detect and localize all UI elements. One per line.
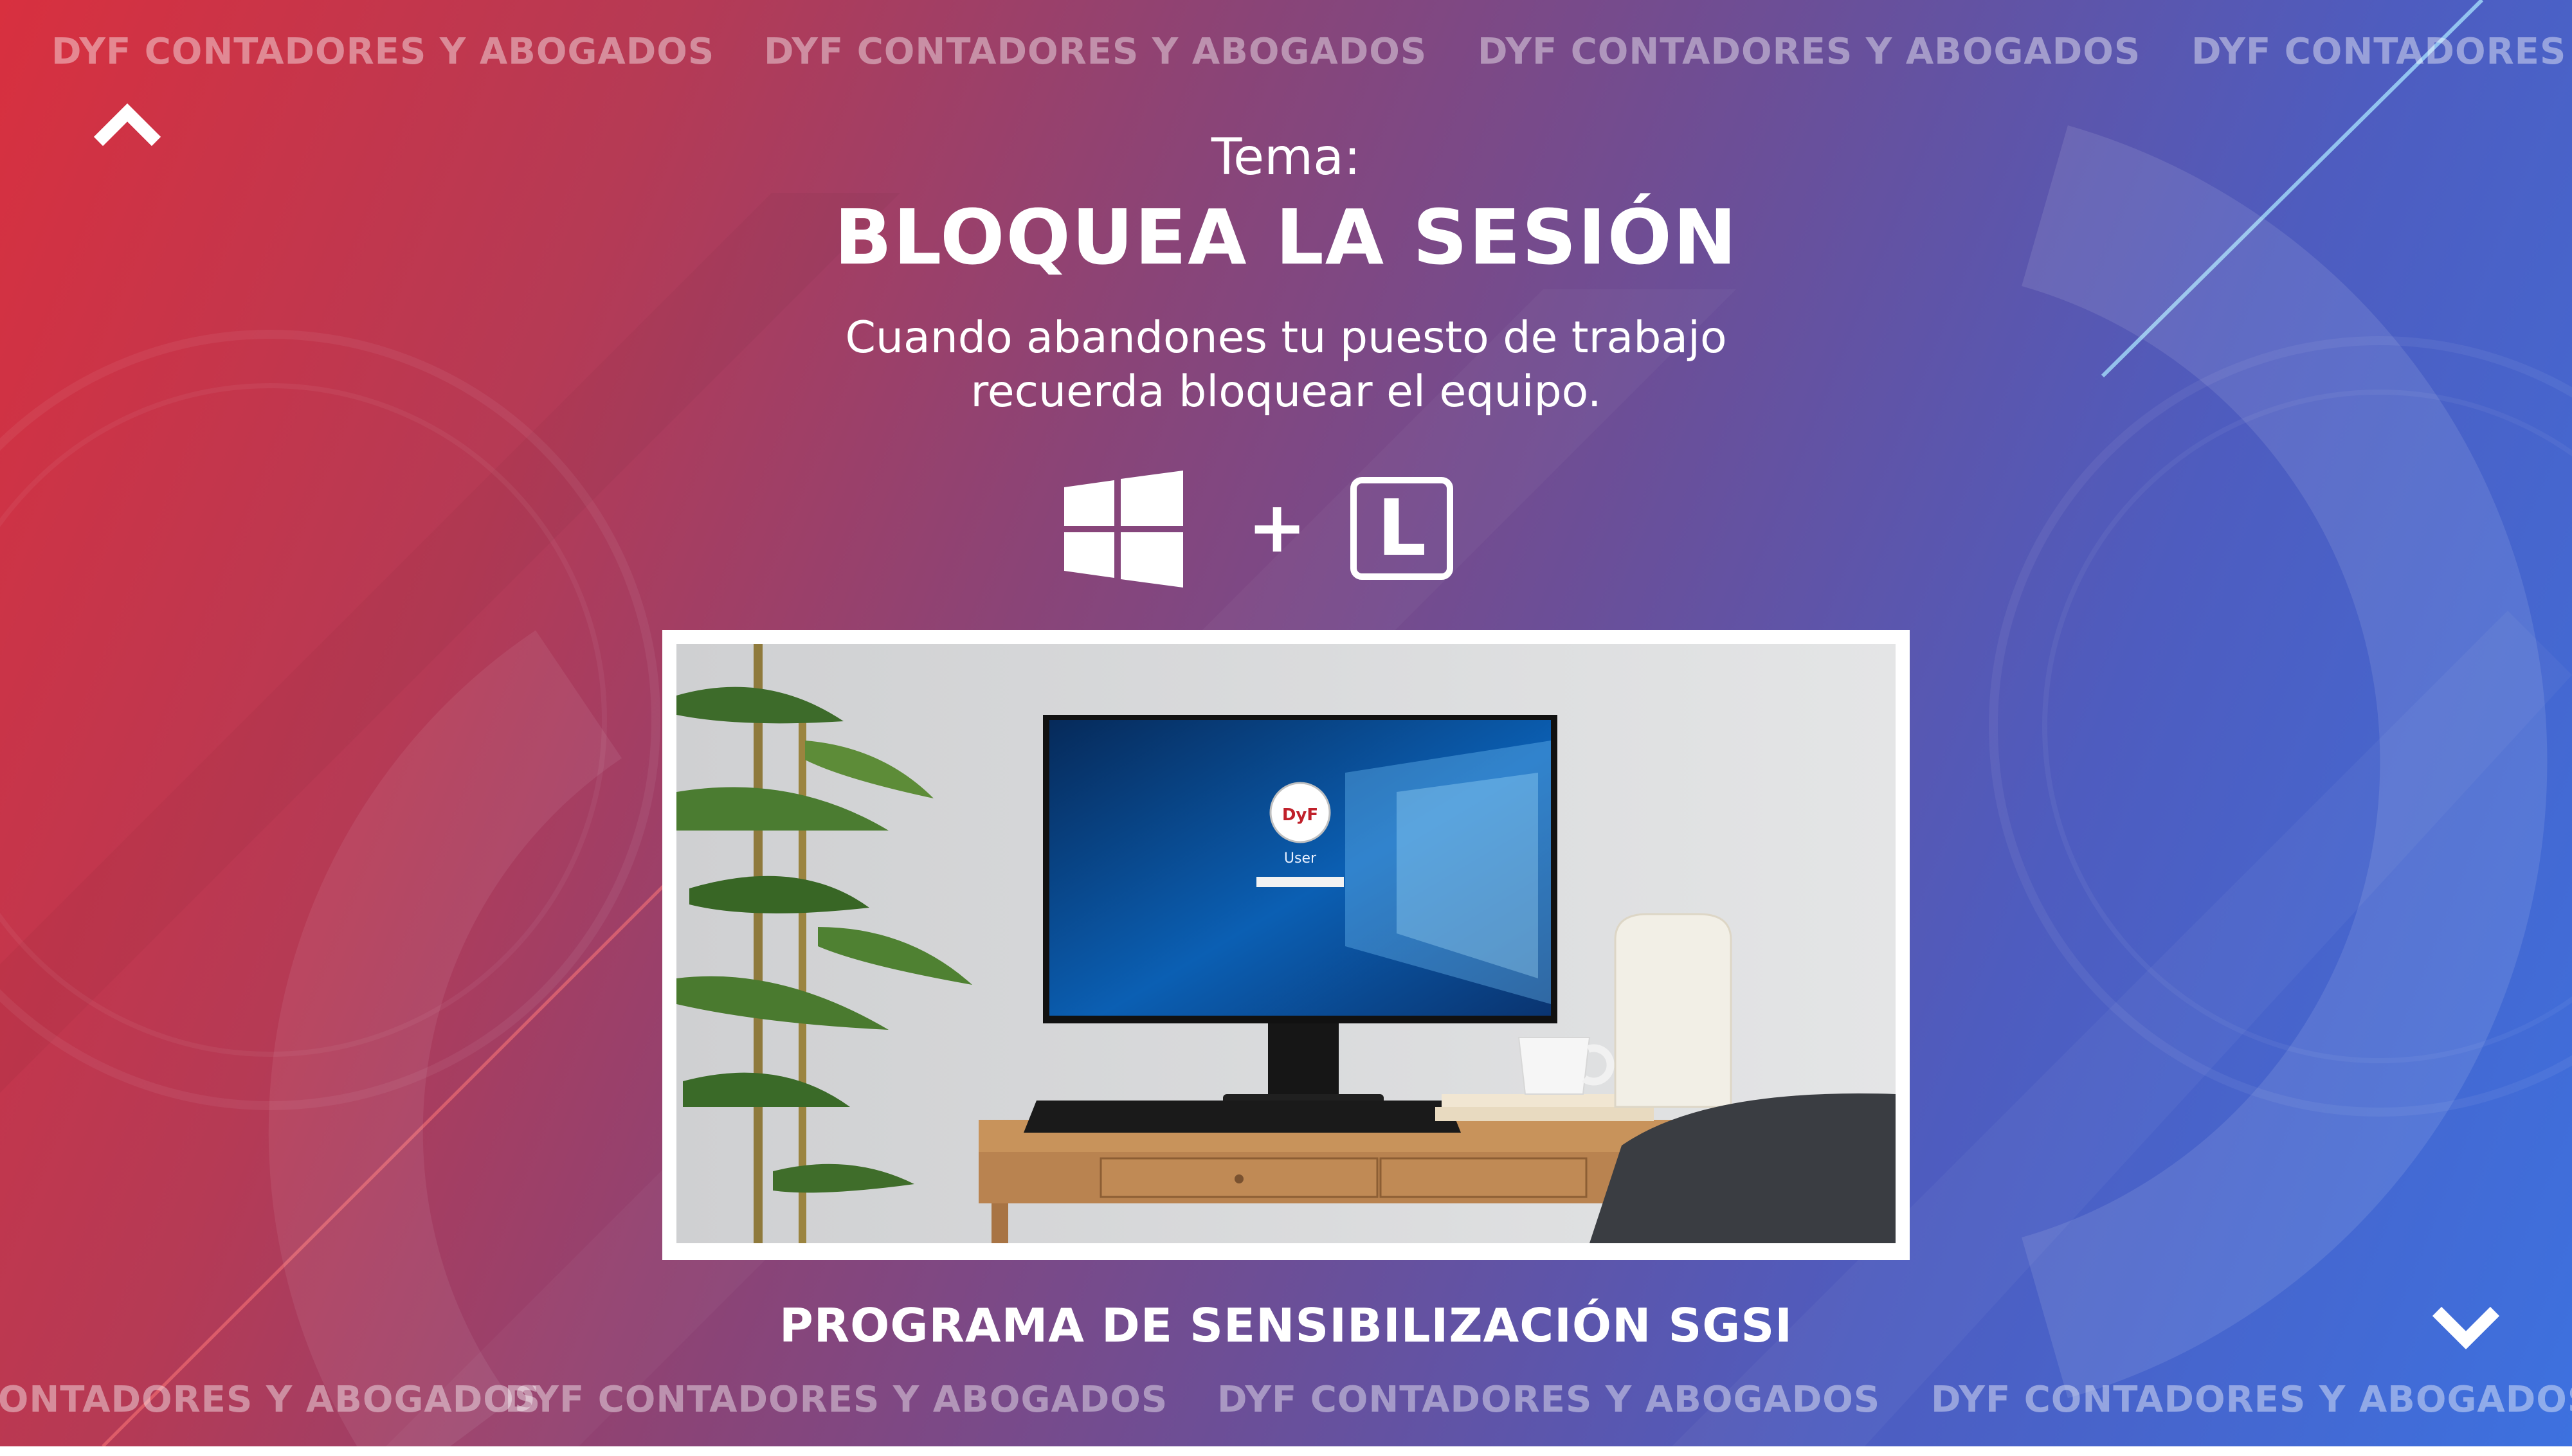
ticker-text: DYF CONTADORES Y ABOGADOS (505, 1379, 1168, 1421)
keyboard-shortcut: + L (1064, 469, 1463, 591)
ticker-text: DYF CONTADORES Y ABOGADOS (764, 31, 1427, 73)
program-title: PROGRAMA DE SENSIBILIZACIÓN SGSI (779, 1299, 1793, 1353)
chevron-down-icon[interactable] (2431, 1302, 2501, 1353)
login-avatar-logo: DyF (1282, 805, 1318, 825)
plus-sign: + (1247, 486, 1307, 568)
topic-label: Tema: (1211, 129, 1361, 186)
chevron-up-icon[interactable] (92, 100, 163, 151)
description: Cuando abandones tu puesto de trabajo re… (643, 311, 1929, 419)
description-line-1: Cuando abandones tu puesto de trabajo (845, 312, 1727, 363)
ticker-text: DYF CONTADORES Y ABOGADOS (1217, 1379, 1881, 1421)
ticker-text: DYF CONTADORES Y ABOGADOS (1931, 1379, 2572, 1421)
ticker-text: DYF CONTADORES Y ABOGADOS (1478, 31, 2141, 73)
login-user-name: User (1284, 850, 1317, 867)
brand-ticker-bottom: DYF CONTADORES Y ABOGADOS DYF CONTADORES… (0, 1379, 2572, 1456)
ticker-text: DYF CONTADORES Y ABOGADOS (51, 31, 715, 73)
photo-frame: DyF User (662, 630, 1910, 1260)
brand-ticker-top: DYF CONTADORES Y ABOGADOS DYF CONTADORES… (0, 31, 2572, 108)
workstation-photo: DyF User (676, 644, 1896, 1243)
ticker-text: DYF CONTADORES Y ABOGADOS (2191, 31, 2572, 73)
workstation-illustration: DyF User (676, 644, 1896, 1243)
key-l: L (1350, 477, 1453, 580)
description-line-2: recuerda bloquear el equipo. (970, 366, 1602, 417)
ticker-text: DYF CONTADORES Y ABOGADOS (0, 1379, 541, 1421)
page-title: BLOQUEA LA SESIÓN (834, 193, 1738, 282)
windows-logo-icon (1064, 471, 1183, 588)
